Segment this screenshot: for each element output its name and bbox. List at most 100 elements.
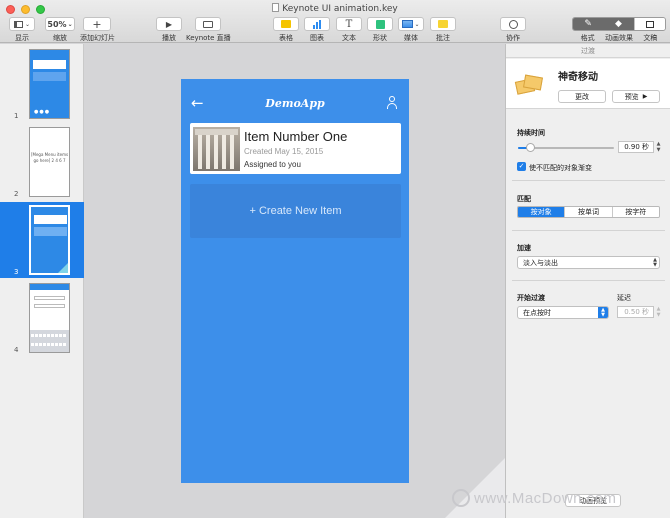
start-transition-value: 在点按时 xyxy=(523,308,551,317)
shape-button[interactable] xyxy=(367,17,393,31)
match-label: 匹配 xyxy=(517,195,531,203)
comment-tool[interactable]: 批注 xyxy=(430,17,456,43)
item-date: Created May 15, 2015 xyxy=(244,147,324,156)
item-card[interactable]: Item Number One Created May 15, 2015 Ass… xyxy=(190,123,401,174)
animate-tab[interactable]: ◆ xyxy=(603,18,634,30)
media-button[interactable]: ⌄ xyxy=(398,17,424,31)
slide-thumbnail-2[interactable]: [Mega Menu items go here] 2 4 6 7 2 xyxy=(0,124,84,200)
paintbrush-icon: ✎ xyxy=(584,19,592,29)
match-by-character[interactable]: 按字符 xyxy=(611,207,659,217)
document-panel-icon xyxy=(645,20,654,28)
fade-checkbox[interactable]: ✓ xyxy=(517,162,526,171)
comment-icon xyxy=(438,20,448,28)
chevron-down-icon: ⌄ xyxy=(67,20,73,28)
chart-label: 图表 xyxy=(310,34,324,42)
keynote-live-tool[interactable]: Keynote 直播 xyxy=(186,17,231,43)
user-icon[interactable] xyxy=(386,96,398,110)
create-new-item-button[interactable]: + Create New Item xyxy=(190,184,401,238)
collaborate-tool[interactable]: 协作 xyxy=(500,17,526,43)
shape-label: 形状 xyxy=(373,34,387,42)
play-tool[interactable]: ▶ 播放 xyxy=(156,17,182,43)
thumb-card xyxy=(33,60,66,69)
thumb-text: [Mega Menu items go here] 2 4 6 7 xyxy=(30,152,69,163)
view-button[interactable]: ⌄ xyxy=(9,17,35,31)
slide-thumb xyxy=(29,283,70,353)
format-tab[interactable]: ✎ xyxy=(573,18,604,30)
chart-button[interactable] xyxy=(304,17,330,31)
table-label: 表格 xyxy=(279,34,293,42)
duration-slider[interactable] xyxy=(518,143,614,152)
start-transition-select[interactable]: 在点按时 ▲ ▼ xyxy=(517,306,609,319)
preview-label: 预览 xyxy=(624,92,639,101)
play-icon: ▶ xyxy=(642,93,648,100)
slide-thumbnail-3[interactable]: 3 xyxy=(0,202,84,278)
thumb-field xyxy=(34,304,65,308)
duration-field[interactable]: 0.90 秒 xyxy=(618,141,654,153)
table-tool[interactable]: 表格 xyxy=(273,17,299,43)
change-button[interactable]: 更改 xyxy=(558,90,606,103)
divider xyxy=(512,180,665,181)
plus-icon: + xyxy=(92,17,102,31)
zoom-value: 50% xyxy=(47,19,67,29)
zoom-select[interactable]: 50% ⌄ xyxy=(45,17,75,31)
chart-tool[interactable]: 图表 xyxy=(304,17,330,43)
match-by-word[interactable]: 按单词 xyxy=(564,207,612,217)
shape-tool[interactable]: 形状 xyxy=(367,17,393,43)
text-button[interactable]: T xyxy=(336,17,362,31)
text-tool[interactable]: T 文本 xyxy=(336,17,362,43)
app-title: DemoApp xyxy=(265,97,325,110)
watermark-shape xyxy=(445,458,505,518)
comment-button[interactable] xyxy=(430,17,456,31)
slide-thumbnail-1[interactable]: ●●● 1 xyxy=(0,46,84,122)
transition-inspector: 过渡 神奇移动 更改 预览 ▶ 持续时间 0.90 秒 ▲ ▼ ✓ 使不匹配的对象… xyxy=(505,44,670,518)
comment-label: 批注 xyxy=(436,34,450,42)
duration-stepper[interactable]: ▲ ▼ xyxy=(655,141,662,153)
chevron-down-icon: ⌄ xyxy=(414,20,420,28)
collaborate-icon xyxy=(508,19,518,29)
magic-move-icon xyxy=(514,74,543,95)
updown-icon: ▲ ▼ xyxy=(598,307,608,318)
format-label: 格式 xyxy=(580,34,595,42)
window-title-text: Keynote UI animation.key xyxy=(282,4,398,14)
zoom-tool[interactable]: 50% ⌄ 缩放 xyxy=(45,17,75,43)
view-tool[interactable]: ⌄ 显示 xyxy=(8,17,36,43)
acceleration-select[interactable]: 淡入与淡出 ▲ ▼ xyxy=(517,256,660,269)
play-button[interactable]: ▶ xyxy=(156,17,182,31)
document-label: 文稿 xyxy=(643,34,658,42)
chart-icon xyxy=(313,19,321,29)
slide-thumb: ●●● xyxy=(29,49,70,119)
slide[interactable]: ← DemoApp Item Number One Created May 15… xyxy=(181,79,409,483)
inspector-segmented-control: ✎ ◆ xyxy=(572,17,666,31)
slide-number: 3 xyxy=(14,268,19,276)
media-tool[interactable]: ⌄ 媒体 xyxy=(398,17,424,43)
document-icon xyxy=(272,3,280,12)
chevron-down-icon: ⌄ xyxy=(24,20,31,28)
slide-canvas[interactable]: ← DemoApp Item Number One Created May 15… xyxy=(85,44,505,518)
add-slide-button[interactable]: + xyxy=(83,17,111,31)
zoom-label: 缩放 xyxy=(53,34,67,42)
table-button[interactable] xyxy=(273,17,299,31)
play-label: 播放 xyxy=(162,34,176,42)
document-tab[interactable] xyxy=(633,18,665,30)
item-photo xyxy=(193,127,240,171)
table-icon xyxy=(281,20,291,28)
duration-slider-knob[interactable] xyxy=(525,143,535,152)
preview-button[interactable]: 预览 ▶ xyxy=(612,90,660,103)
thumb-corner xyxy=(58,263,68,273)
delay-field[interactable]: 0.50 秒 xyxy=(617,306,654,318)
play-icon: ▶ xyxy=(165,19,173,29)
updown-icon: ▲ ▼ xyxy=(653,257,657,268)
effect-box: 神奇移动 更改 预览 ▶ xyxy=(506,59,670,109)
keynote-live-button[interactable] xyxy=(195,17,221,31)
match-by-object[interactable]: 按对象 xyxy=(518,207,565,217)
delay-stepper[interactable]: ▲ ▼ xyxy=(655,306,662,318)
collaborate-button[interactable] xyxy=(500,17,526,31)
slide-number: 4 xyxy=(14,346,19,354)
add-slide-tool[interactable]: + 添加幻灯片 xyxy=(80,17,115,43)
thumb-keyboard xyxy=(30,330,69,352)
sidebar-icon xyxy=(13,20,23,28)
slide-thumbnail-4[interactable]: 4 xyxy=(0,280,84,356)
keynote-live-icon xyxy=(203,20,213,28)
add-slide-label: 添加幻灯片 xyxy=(80,34,115,42)
acceleration-value: 淡入与淡出 xyxy=(523,258,558,267)
